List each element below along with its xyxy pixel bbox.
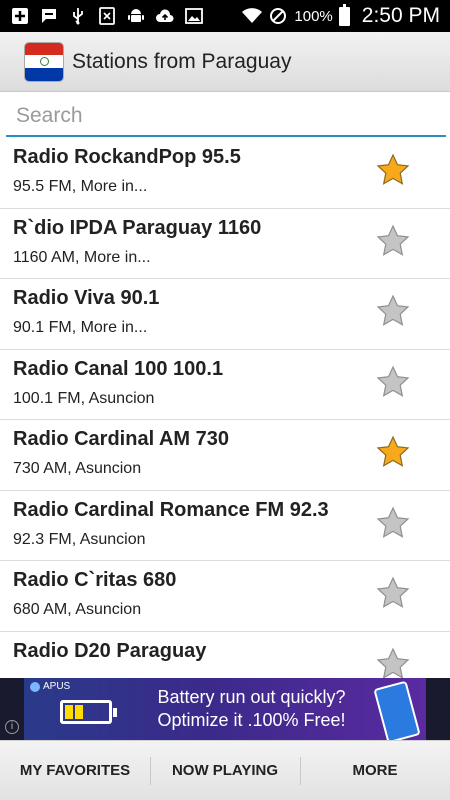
apus-logo-icon — [30, 681, 40, 692]
station-info: 680 AM, Asuncion — [13, 601, 142, 618]
ad-info-icon[interactable]: i — [5, 720, 19, 734]
favorite-star-icon[interactable] — [374, 434, 412, 470]
station-row[interactable]: Radio Viva 90.1 90.1 FM, More in... — [0, 279, 450, 350]
usb-icon — [68, 7, 88, 25]
station-row[interactable]: Radio Cardinal AM 730 730 AM, Asuncion — [0, 420, 450, 491]
station-info: 95.5 FM, More in... — [13, 178, 148, 195]
station-row[interactable]: Radio Canal 100 100.1 100.1 FM, Asuncion — [0, 350, 450, 420]
favorite-star-icon[interactable] — [374, 152, 412, 188]
now-playing-button[interactable]: NOW PLAYING — [150, 741, 300, 800]
station-info: 730 AM, Asuncion — [13, 460, 142, 477]
station-info: 100.1 FM, Asuncion — [13, 389, 155, 407]
nfc-icon — [97, 7, 117, 25]
empty-star-icon[interactable] — [374, 364, 412, 400]
empty-star-icon[interactable] — [374, 223, 412, 259]
station-name: Radio Cardinal Romance FM 92.3 — [13, 498, 329, 521]
search-input[interactable] — [6, 97, 446, 135]
station-name: Radio Canal 100 100.1 — [13, 357, 224, 380]
battery-icon — [338, 3, 350, 26]
ad-brand-label: APUS — [43, 681, 71, 692]
ad-text: Battery run out quickly? Optimize it .10… — [134, 686, 369, 732]
station-info: 90.1 FM, More in... — [13, 319, 148, 336]
search-field — [6, 97, 446, 137]
station-name: R`dio IPDA Paraguay 1160 — [13, 216, 262, 239]
station-info: 92.3 FM, Asuncion — [13, 530, 146, 548]
station-info: 1160 AM, More in... — [13, 248, 151, 266]
add-box-icon — [10, 7, 30, 25]
ad-brand: APUS — [30, 681, 70, 692]
station-row[interactable]: Radio Cardinal Romance FM 92.3 92.3 FM, … — [0, 491, 450, 561]
empty-star-icon[interactable] — [374, 293, 412, 329]
ad-headline: Battery run out quickly? — [157, 687, 346, 707]
empty-star-icon[interactable] — [374, 575, 412, 611]
clock: 2:50 PM — [361, 4, 440, 27]
low-battery-icon — [60, 700, 117, 724]
more-button[interactable]: MORE — [300, 741, 450, 800]
chat-icon — [39, 7, 59, 25]
wifi-icon — [242, 7, 263, 25]
phone-icon — [373, 680, 421, 740]
station-name: Radio Viva 90.1 — [13, 287, 160, 309]
ad-creative[interactable]: APUS Battery run out quickly? Optimize i… — [24, 678, 426, 740]
ad-subline: Optimize it .100% Free! — [157, 710, 346, 730]
empty-star-icon[interactable] — [374, 505, 412, 541]
system-indicators: 100% 2:50 PM — [242, 3, 440, 28]
station-row[interactable]: Radio D20 Paraguay — [0, 632, 450, 679]
notification-icons — [10, 7, 204, 25]
station-name: Radio Cardinal AM 730 — [13, 428, 229, 450]
battery-percentage: 100% — [294, 7, 333, 25]
do-not-disturb-icon — [268, 7, 288, 25]
ad-banner[interactable]: APUS Battery run out quickly? Optimize i… — [0, 678, 450, 740]
station-name: Radio C`ritas 680 — [13, 569, 177, 591]
cloud-upload-icon — [155, 7, 175, 25]
station-name: Radio RockandPop 95.5 — [13, 146, 241, 168]
station-row[interactable]: Radio RockandPop 95.5 95.5 FM, More in..… — [0, 138, 450, 209]
android-icon — [126, 7, 146, 25]
image-icon — [184, 7, 204, 25]
empty-star-icon[interactable] — [374, 646, 412, 679]
station-row[interactable]: R`dio IPDA Paraguay 1160 1160 AM, More i… — [0, 209, 450, 279]
bottom-nav: MY FAVORITES NOW PLAYING MORE — [0, 740, 450, 800]
status-bar: 100% 2:50 PM — [0, 0, 450, 32]
my-favorites-button[interactable]: MY FAVORITES — [0, 741, 150, 800]
paraguay-flag-icon[interactable] — [24, 41, 64, 82]
station-row[interactable]: Radio C`ritas 680 680 AM, Asuncion — [0, 561, 450, 632]
station-list: Radio RockandPop 95.5 95.5 FM, More in..… — [0, 138, 450, 678]
page-title: Stations from Paraguay — [72, 49, 292, 73]
station-name: Radio D20 Paraguay — [13, 639, 207, 662]
app-bar: Stations from Paraguay — [0, 32, 450, 92]
